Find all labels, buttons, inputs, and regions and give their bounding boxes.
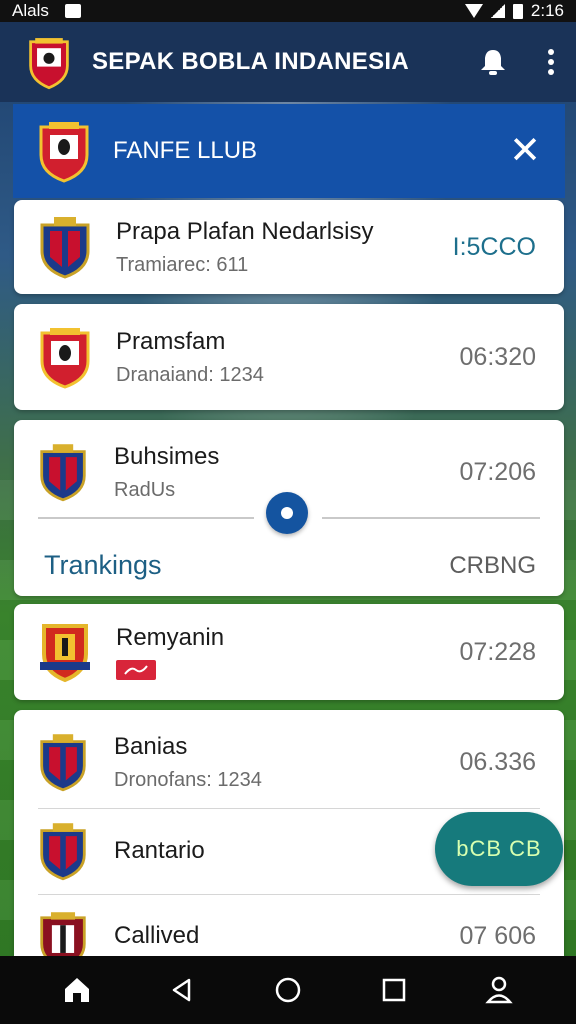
team-subtitle: Dranaiand: 1234 <box>116 363 264 386</box>
notification-icon <box>64 4 81 18</box>
rankings-title: Trankings <box>44 550 162 580</box>
match-time: 06:320 <box>459 342 536 371</box>
team-name: Callived <box>114 922 200 949</box>
club-name: FANFE LLUB <box>113 137 258 164</box>
slider-track-left <box>38 517 254 519</box>
blue-red-crest-icon <box>40 823 86 881</box>
rankings-action[interactable]: CRBNG <box>449 552 536 580</box>
close-icon[interactable]: ✕ <box>509 132 541 170</box>
gold-red-crest-icon <box>40 624 90 683</box>
wifi-icon <box>464 4 483 18</box>
more-options-icon[interactable] <box>546 49 556 75</box>
slider-track-right <box>322 517 540 519</box>
app-logo-icon <box>29 38 69 90</box>
blue-red-crest-icon <box>40 217 90 279</box>
floating-action-button[interactable]: bCB CB <box>435 812 563 886</box>
team-name: Banias <box>114 732 188 760</box>
club-crest-icon <box>39 122 89 183</box>
team-badge-icon <box>116 660 156 680</box>
match-time: 06.336 <box>459 747 536 776</box>
team-name: Prapa Plafan Nedarlsisy <box>116 217 374 245</box>
status-time: 2:16 <box>530 1 564 20</box>
status-bar: Alals 2:16 <box>0 0 576 22</box>
match-time: 07 606 <box>459 921 536 950</box>
match-card[interactable]: Prapa Plafan Nedarlsisy Tramiarec: 611 I… <box>14 200 564 294</box>
club-header: FANFE LLUB ✕ <box>13 104 565 198</box>
battery-icon <box>512 3 523 19</box>
bottom-navigation <box>0 956 576 1024</box>
team-name: Pramsfam <box>116 327 226 355</box>
back-icon[interactable] <box>162 970 202 1010</box>
bell-icon[interactable] <box>478 47 508 77</box>
carrier-label: Alals <box>12 1 49 20</box>
match-time: 07:206 <box>459 457 536 486</box>
home-circle-icon[interactable] <box>268 970 308 1010</box>
app-title: SEPAK BOBLA INDANESIA <box>92 48 409 75</box>
blue-red-crest-icon <box>40 444 86 502</box>
profile-icon[interactable] <box>479 970 519 1010</box>
team-subtitle: RadUs <box>114 478 176 501</box>
list-item[interactable]: Banias Dronofans: 1234 06.336 <box>38 724 536 800</box>
recents-icon[interactable] <box>374 970 414 1010</box>
slider-handle[interactable] <box>266 492 308 534</box>
signal-icon <box>490 4 505 18</box>
match-card[interactable]: Remyanin 07:228 <box>14 604 564 700</box>
match-time: I:5CCO <box>452 232 536 261</box>
match-time: 07:228 <box>459 637 536 666</box>
team-name: Buhsimes <box>114 442 220 470</box>
match-card[interactable]: Pramsfam Dranaiand: 1234 06:320 <box>14 304 564 410</box>
app-bar: SEPAK BOBLA INDANESIA <box>0 22 576 102</box>
list-divider <box>38 808 540 809</box>
list-divider <box>38 894 540 895</box>
red-crest-icon <box>40 328 90 389</box>
team-name: Remyanin <box>116 624 225 651</box>
team-subtitle: Tramiarec: 611 <box>116 253 249 276</box>
rankings-section: Buhsimes RadUs 07:206 Trankings CRBNG <box>14 420 564 596</box>
home-icon[interactable] <box>57 970 97 1010</box>
team-subtitle: Dronofans: 1234 <box>114 768 262 791</box>
team-name: Rantario <box>114 837 205 864</box>
blue-red-crest-icon <box>40 734 86 792</box>
